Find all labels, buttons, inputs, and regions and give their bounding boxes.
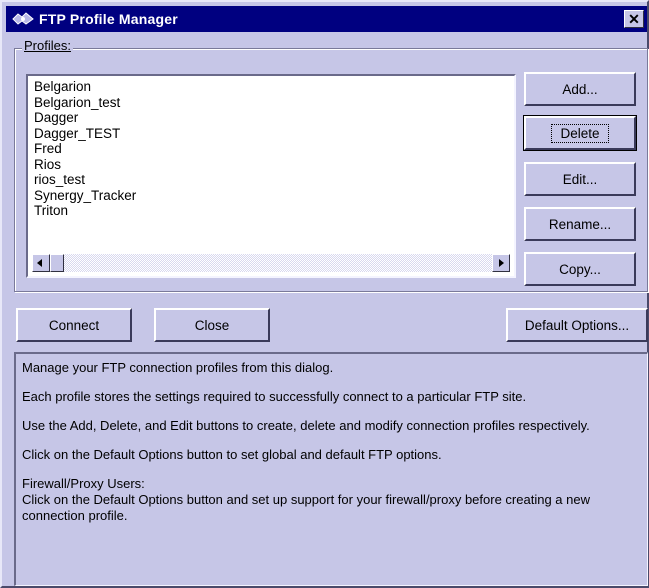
scroll-left-icon xyxy=(37,259,42,267)
help-text-buttons: Use the Add, Delete, and Edit buttons to… xyxy=(22,418,590,433)
profiles-list: Belgarion Belgarion_test Dagger Dagger_T… xyxy=(28,76,514,219)
list-item[interactable]: Dagger xyxy=(34,110,514,126)
scroll-right-button[interactable] xyxy=(492,254,510,272)
default-options-button-label: Default Options... xyxy=(524,317,630,333)
ftp-app-icon xyxy=(12,12,34,25)
rename-button[interactable]: Rename... xyxy=(524,207,636,241)
close-icon[interactable]: ✕ xyxy=(624,10,644,28)
help-text-intro: Manage your FTP connection profiles from… xyxy=(22,360,334,375)
list-item[interactable]: Rios xyxy=(34,157,514,173)
list-item[interactable]: rios_test xyxy=(34,172,514,188)
edit-button-label: Edit... xyxy=(562,171,598,187)
ftp-profile-manager-window: FTP Profile Manager ✕ Profiles: Belgario… xyxy=(0,0,649,588)
close-button[interactable]: Close xyxy=(154,308,270,342)
help-text-default-options: Click on the Default Options button to s… xyxy=(22,447,442,462)
scroll-right-icon xyxy=(499,259,504,267)
help-text-firewall-title: Firewall/Proxy Users: xyxy=(22,476,145,491)
copy-button[interactable]: Copy... xyxy=(524,252,636,286)
copy-button-label: Copy... xyxy=(559,261,601,277)
profiles-label-text: Profiles: xyxy=(24,38,71,53)
help-text-panel: Manage your FTP connection profiles from… xyxy=(14,352,648,586)
delete-button[interactable]: Delete xyxy=(523,115,637,151)
window-title: FTP Profile Manager xyxy=(39,11,178,27)
horizontal-scrollbar[interactable] xyxy=(32,254,510,272)
delete-button-label: Delete xyxy=(551,123,609,143)
help-text-profiles: Each profile stores the settings require… xyxy=(22,389,527,404)
list-item[interactable]: Fred xyxy=(34,141,514,157)
list-item[interactable]: Dagger_TEST xyxy=(34,126,514,142)
add-button[interactable]: Add... xyxy=(524,72,636,106)
title-bar: FTP Profile Manager ✕ xyxy=(6,6,647,32)
scroll-left-button[interactable] xyxy=(32,254,50,272)
close-button-label: Close xyxy=(194,317,230,333)
profiles-label: Profiles: xyxy=(22,38,73,53)
edit-button[interactable]: Edit... xyxy=(524,162,636,196)
list-item[interactable]: Belgarion xyxy=(34,79,514,95)
connect-button[interactable]: Connect xyxy=(16,308,132,342)
connect-button-label: Connect xyxy=(48,317,100,333)
rename-button-label: Rename... xyxy=(548,216,612,232)
add-button-label: Add... xyxy=(562,81,598,97)
profiles-listbox[interactable]: Belgarion Belgarion_test Dagger Dagger_T… xyxy=(26,74,516,278)
help-text-firewall-body: Click on the Default Options button and … xyxy=(22,492,590,523)
list-item[interactable]: Triton xyxy=(34,203,514,219)
list-item[interactable]: Synergy_Tracker xyxy=(34,188,514,204)
list-item[interactable]: Belgarion_test xyxy=(34,95,514,111)
scrollbar-thumb[interactable] xyxy=(50,254,64,272)
default-options-button[interactable]: Default Options... xyxy=(506,308,648,342)
